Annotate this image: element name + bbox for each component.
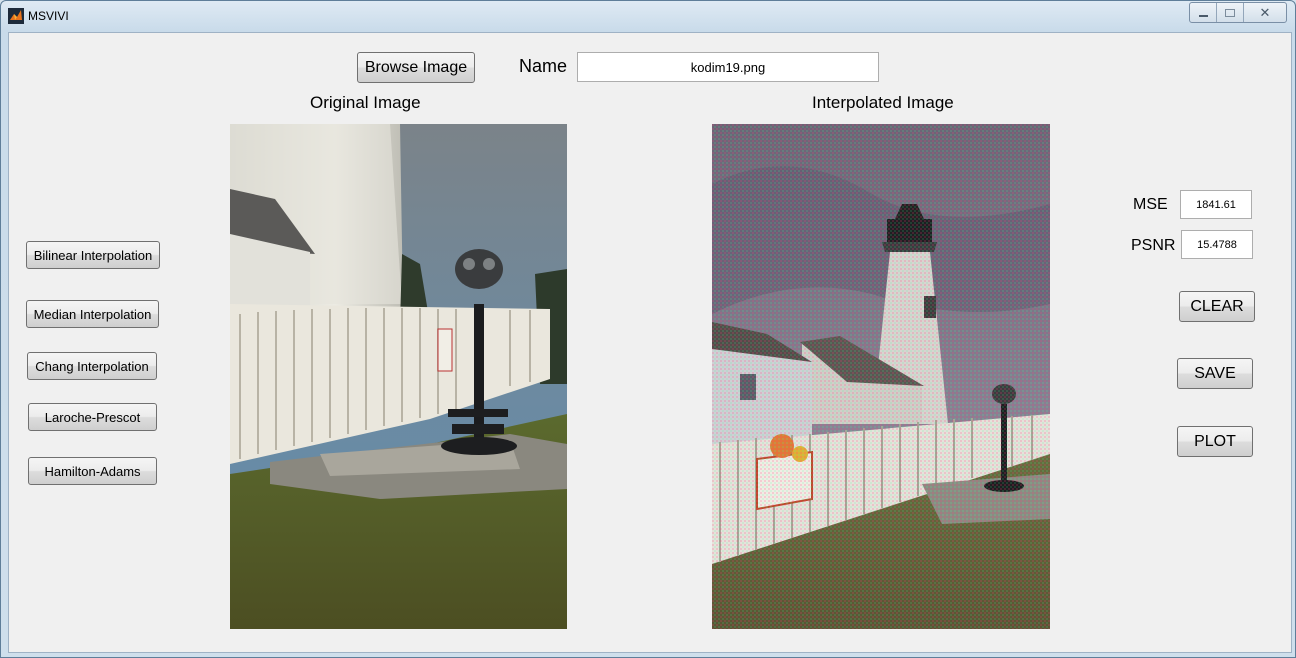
save-button[interactable]: SAVE — [1177, 358, 1253, 389]
minimize-icon — [1198, 14, 1208, 17]
minimize-button[interactable] — [1190, 3, 1217, 22]
close-button[interactable]: ✕ — [1244, 3, 1286, 22]
mse-field[interactable]: 1841.61 — [1180, 190, 1252, 219]
name-field[interactable]: kodim19.png — [577, 52, 879, 82]
close-icon: ✕ — [1259, 4, 1271, 20]
laroche-prescot-button[interactable]: Laroche-Prescot — [28, 403, 157, 431]
clear-button[interactable]: CLEAR — [1179, 291, 1255, 322]
interpolated-image-title: Interpolated Image — [812, 93, 954, 112]
app-window: MSVIVI ✕ Browse Image Name kodim19.png O… — [0, 0, 1296, 658]
mse-label: MSE — [1133, 196, 1168, 213]
maximize-icon — [1225, 8, 1235, 17]
browse-image-button[interactable]: Browse Image — [357, 52, 475, 83]
matlab-logo-icon — [8, 8, 24, 24]
figure-canvas: Browse Image Name kodim19.png Original I… — [8, 32, 1292, 653]
title-bar[interactable]: MSVIVI ✕ — [1, 1, 1295, 31]
name-label: Name — [519, 56, 568, 76]
interpolated-image — [712, 124, 1050, 629]
window-title: MSVIVI — [28, 9, 69, 23]
psnr-label: PSNR — [1131, 237, 1176, 254]
median-interpolation-button[interactable]: Median Interpolation — [26, 300, 159, 328]
psnr-field[interactable]: 15.4788 — [1181, 230, 1253, 259]
original-image-title: Original Image — [310, 93, 421, 112]
original-image — [230, 124, 567, 629]
plot-button[interactable]: PLOT — [1177, 426, 1253, 457]
window-controls: ✕ — [1189, 2, 1287, 23]
bilinear-interpolation-button[interactable]: Bilinear Interpolation — [26, 241, 160, 269]
maximize-button[interactable] — [1217, 3, 1244, 22]
hamilton-adams-button[interactable]: Hamilton-Adams — [28, 457, 157, 485]
chang-interpolation-button[interactable]: Chang Interpolation — [27, 352, 157, 380]
